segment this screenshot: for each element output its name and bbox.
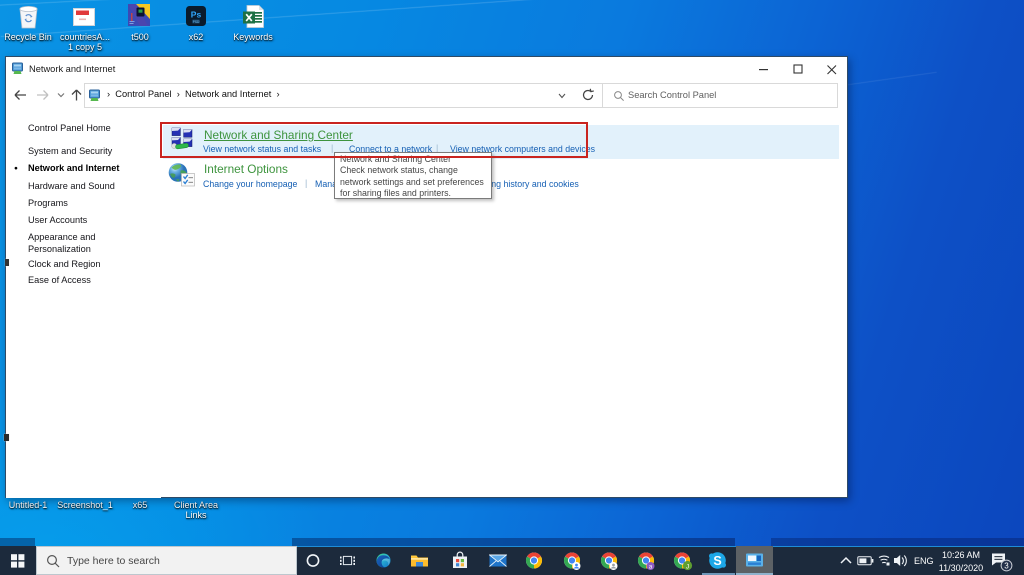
svg-text:S: S: [713, 554, 721, 568]
svg-text:Ps: Ps: [191, 10, 202, 20]
svg-text:J: J: [686, 563, 689, 570]
svg-text:PSD: PSD: [193, 20, 200, 24]
svg-text:3: 3: [1004, 562, 1009, 571]
